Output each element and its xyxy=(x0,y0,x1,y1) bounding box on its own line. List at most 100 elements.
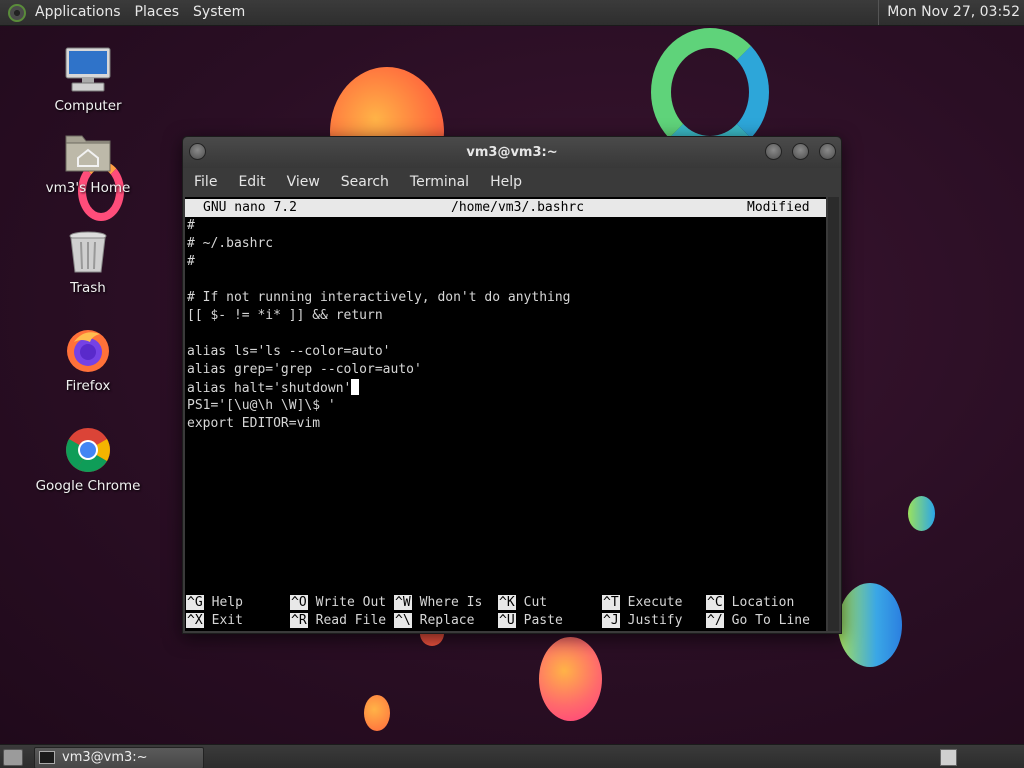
close-button[interactable] xyxy=(819,143,836,160)
menu-file[interactable]: File xyxy=(183,168,227,196)
shortcut-key: ^J xyxy=(602,613,620,628)
shortcut-key: ^W xyxy=(394,595,412,610)
maximize-button[interactable] xyxy=(792,143,809,160)
taskbar-terminal-button[interactable]: vm3@vm3:~ xyxy=(34,747,204,768)
shortcut-write-out[interactable]: ^O Write Out xyxy=(290,594,386,612)
menu-edit[interactable]: Edit xyxy=(227,168,275,196)
taskbar-label: vm3@vm3:~ xyxy=(62,750,148,765)
shortcut-exit[interactable]: ^X Exit xyxy=(186,612,243,630)
nano-file-path: /home/vm3/.bashrc xyxy=(451,200,585,215)
minimize-button[interactable] xyxy=(765,143,782,160)
editor-line-text: alias grep='grep --color=auto' xyxy=(187,362,422,377)
shortcut-key: ^T xyxy=(602,595,620,610)
desktop-icon-label: Computer xyxy=(54,98,122,114)
small-orange-blob xyxy=(364,695,390,731)
editor-line[interactable]: [[ $- != *i* ]] && return xyxy=(187,307,571,325)
shortcut-replace[interactable]: ^\ Replace xyxy=(394,612,474,630)
shortcut-label: Exit xyxy=(211,613,243,628)
shortcut-key: ^O xyxy=(290,595,308,610)
shortcut-label: Where Is xyxy=(419,595,483,610)
shortcut-go-to-line[interactable]: ^/ Go To Line xyxy=(706,612,810,630)
shortcut-key: ^X xyxy=(186,613,204,628)
editor-line[interactable] xyxy=(187,271,571,289)
desktop-icon-computer[interactable]: Computer xyxy=(33,46,143,114)
desktop-icon-trash[interactable]: Trash xyxy=(33,228,143,296)
menu-view[interactable]: View xyxy=(276,168,330,196)
text-cursor xyxy=(351,379,360,395)
shortcut-key: ^\ xyxy=(394,613,412,628)
editor-line[interactable]: # xyxy=(187,253,571,271)
green-small-blob xyxy=(908,496,935,531)
terminal-scrollbar[interactable] xyxy=(828,197,839,631)
orange-pink-blob xyxy=(539,637,602,721)
shortcut-label: Write Out xyxy=(315,595,387,610)
editor-line[interactable] xyxy=(187,325,571,343)
shortcut-help[interactable]: ^G Help xyxy=(186,594,243,612)
shortcut-cut[interactable]: ^K Cut xyxy=(498,594,547,612)
clock[interactable]: Mon Nov 27, 03:52 xyxy=(878,0,1020,25)
shortcut-key: ^C xyxy=(706,595,724,610)
desktop-icon-label: Google Chrome xyxy=(35,478,141,494)
shortcut-where-is[interactable]: ^W Where Is xyxy=(394,594,482,612)
desktop-icon-label: Firefox xyxy=(65,378,111,394)
editor-line[interactable]: # If not running interactively, don't do… xyxy=(187,289,571,307)
terminal-text-area[interactable]: GNU nano 7.2 /home/vm3/.bashrc Modified … xyxy=(185,197,826,631)
shortcut-execute[interactable]: ^T Execute xyxy=(602,594,682,612)
terminal-menu-bar: File Edit View Search Terminal Help xyxy=(183,168,841,196)
places-menu[interactable]: Places xyxy=(128,0,187,25)
shortcut-label: Help xyxy=(211,595,243,610)
applications-menu[interactable]: Applications xyxy=(28,0,128,25)
desktop-icon-firefox[interactable]: Firefox xyxy=(33,326,143,394)
home-folder-icon xyxy=(64,128,112,176)
shortcut-label: Cut xyxy=(523,595,548,610)
desktop-icon-label: Trash xyxy=(70,280,106,296)
workspace-switcher[interactable] xyxy=(940,749,957,766)
desktop-icon-chrome[interactable]: Google Chrome xyxy=(33,426,143,494)
computer-icon xyxy=(64,46,112,94)
nano-title-bar: GNU nano 7.2 /home/vm3/.bashrc Modified xyxy=(185,199,826,217)
trash-icon xyxy=(64,228,112,276)
editor-line[interactable]: # xyxy=(187,217,571,235)
shortcut-key: ^K xyxy=(498,595,516,610)
editor-line-text: # xyxy=(187,254,195,269)
distro-logo-icon[interactable] xyxy=(8,3,26,22)
nano-status: Modified xyxy=(747,200,810,215)
terminal-window[interactable]: vm3@vm3:~ File Edit View Search Terminal… xyxy=(182,136,842,634)
desktop-icon-home[interactable]: vm3's Home xyxy=(33,128,143,196)
nano-shortcut-bar: ^G Help ^O Write Out ^W Where Is ^K Cut ^T Execut… xyxy=(185,594,826,630)
shortcut-justify[interactable]: ^J Justify xyxy=(602,612,682,630)
editor-line[interactable]: alias grep='grep --color=auto' xyxy=(187,361,571,379)
editor-line[interactable]: export EDITOR=vim xyxy=(187,415,571,433)
show-desktop-icon[interactable] xyxy=(3,749,23,766)
editor-buffer[interactable]: # # ~/.bashrc # # If not running interactiv… xyxy=(187,217,571,433)
editor-line[interactable]: PS1='[\u@\h \W]\$ ' xyxy=(187,397,571,415)
shortcut-paste[interactable]: ^U Paste xyxy=(498,612,563,630)
shortcut-label: Paste xyxy=(523,613,563,628)
editor-line-text: # xyxy=(187,218,195,233)
shortcut-location[interactable]: ^C Location xyxy=(706,594,794,612)
editor-line[interactable]: alias ls='ls --color=auto' xyxy=(187,343,571,361)
editor-line[interactable]: alias halt='shutdown' xyxy=(187,379,571,397)
menu-terminal[interactable]: Terminal xyxy=(399,168,479,196)
editor-line-text: alias halt='shutdown' xyxy=(187,381,352,396)
shortcut-key: ^R xyxy=(290,613,308,628)
firefox-icon xyxy=(64,326,112,374)
shortcut-read-file[interactable]: ^R Read File xyxy=(290,612,386,630)
editor-line-text: [[ $- != *i* ]] && return xyxy=(187,308,383,323)
editor-line[interactable]: # ~/.bashrc xyxy=(187,235,571,253)
chrome-icon xyxy=(64,426,112,474)
system-menu[interactable]: System xyxy=(186,0,252,25)
nano-version: GNU nano 7.2 xyxy=(203,200,297,215)
shortcut-label: Location xyxy=(731,595,795,610)
shortcut-label: Go To Line xyxy=(731,613,810,628)
window-title-bar[interactable]: vm3@vm3:~ xyxy=(183,137,841,168)
shortcut-label: Execute xyxy=(627,595,683,610)
shortcut-label: Replace xyxy=(419,613,475,628)
editor-line-text: PS1='[\u@\h \W]\$ ' xyxy=(187,398,336,413)
shortcut-label: Read File xyxy=(315,613,387,628)
editor-line-text: # If not running interactively, don't do… xyxy=(187,290,571,305)
window-menu-button[interactable] xyxy=(189,143,206,160)
menu-help[interactable]: Help xyxy=(479,168,532,196)
menu-search[interactable]: Search xyxy=(330,168,399,196)
shortcut-key: ^U xyxy=(498,613,516,628)
